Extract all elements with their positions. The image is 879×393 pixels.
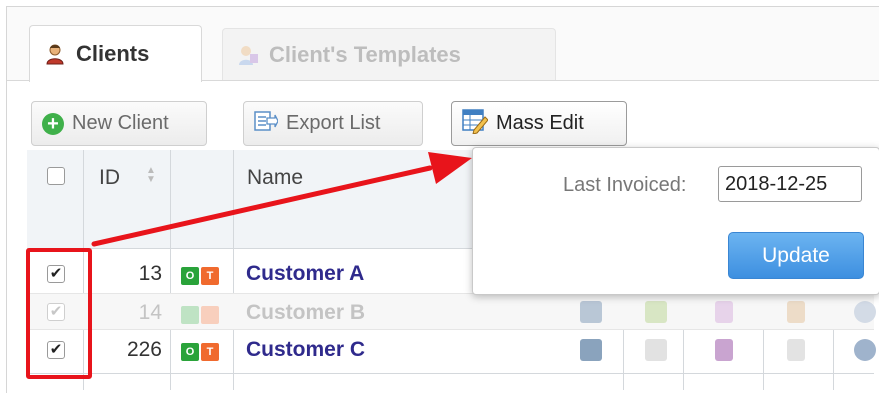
hierarchy-icon[interactable] (715, 339, 733, 361)
client-name-link[interactable]: Customer C (246, 338, 365, 362)
tab-clients[interactable]: Clients (29, 25, 202, 82)
status-badge-o: O (181, 306, 199, 324)
status-badge-t: T (201, 343, 219, 361)
export-list-label: Export List (286, 112, 381, 134)
globe-icon[interactable] (854, 301, 876, 323)
mass-edit-label: Mass Edit (496, 112, 584, 134)
new-client-label: New Client (72, 112, 169, 134)
user-template-icon (237, 44, 259, 66)
client-name-link[interactable]: Customer B (246, 301, 365, 325)
client-name-link[interactable]: Customer A (246, 262, 364, 286)
edit-doc-icon[interactable] (645, 301, 667, 323)
export-list-button[interactable]: Export List (243, 101, 423, 146)
status-tags: O T (181, 343, 219, 361)
mass-edit-popover: Last Invoiced: Update (472, 147, 879, 295)
monitor-icon[interactable] (580, 339, 602, 361)
table-row[interactable]: ✔ 226 O T Customer C (27, 331, 876, 368)
last-invoiced-input[interactable] (718, 166, 862, 202)
id-header[interactable]: ID (99, 166, 120, 190)
user-icon (44, 43, 66, 65)
tab-client-templates[interactable]: Client's Templates (222, 28, 556, 80)
clients-panel: Clients Client's Templates + New Client (6, 6, 879, 393)
table-row[interactable]: ✔ 14 O T Customer B (27, 293, 876, 330)
export-icon (254, 110, 279, 138)
globe-icon[interactable] (854, 339, 876, 361)
plus-icon: + (42, 112, 64, 135)
tab-bar: Clients Client's Templates (7, 7, 879, 82)
notebook-icon[interactable] (787, 301, 805, 323)
status-tags: O T (181, 267, 219, 285)
select-all-checkbox[interactable] (47, 167, 65, 185)
last-invoiced-label: Last Invoiced: (563, 174, 687, 196)
table-row (27, 373, 874, 390)
status-badge-o: O (181, 267, 199, 285)
tab-client-templates-label: Client's Templates (269, 41, 461, 67)
status-badge-t: T (201, 306, 219, 324)
client-id: 226 (126, 338, 162, 361)
tab-clients-label: Clients (76, 41, 150, 66)
update-button[interactable]: Update (728, 232, 864, 279)
annotation-highlight-box (26, 248, 92, 379)
status-badge-t: T (201, 267, 219, 285)
monitor-icon[interactable] (580, 301, 602, 323)
mass-edit-icon (462, 108, 489, 140)
new-client-button[interactable]: + New Client (31, 101, 207, 146)
mass-edit-button[interactable]: Mass Edit (451, 101, 627, 146)
notebook-icon[interactable] (787, 339, 805, 361)
client-id: 14 (138, 301, 162, 324)
client-id: 13 (138, 262, 162, 285)
hierarchy-icon[interactable] (715, 301, 733, 323)
status-tags: O T (181, 306, 219, 324)
edit-doc-icon[interactable] (645, 339, 667, 361)
status-badge-o: O (181, 343, 199, 361)
name-header[interactable]: Name (247, 166, 303, 190)
sort-icon[interactable]: ▲ ▼ (146, 166, 156, 185)
